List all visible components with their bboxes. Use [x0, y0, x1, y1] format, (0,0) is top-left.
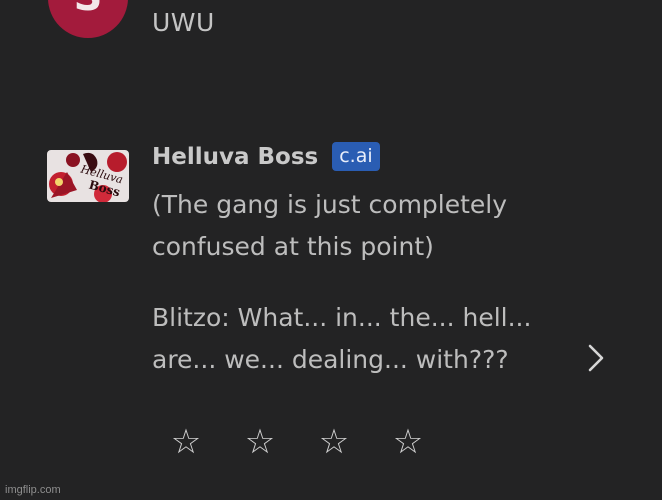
rating-star-2[interactable]: ☆	[242, 418, 278, 466]
bot-message-paragraph: Blitzo: What... in... the... hell... are…	[152, 303, 532, 374]
rating-star-3[interactable]: ☆	[316, 418, 352, 466]
bot-name[interactable]: Helluva Boss	[152, 144, 318, 170]
watermark: imgflip.com	[5, 484, 61, 496]
next-response-button[interactable]	[584, 342, 608, 374]
user-avatar[interactable]: S	[48, 0, 128, 38]
chevron-right-icon	[588, 344, 604, 372]
bot-badge: c.ai	[332, 142, 380, 171]
bot-header: Helluva Boss c.ai	[152, 142, 380, 171]
rating-star-1[interactable]: ☆	[168, 418, 204, 466]
user-avatar-letter: S	[74, 0, 103, 20]
user-message-text: UWU	[152, 8, 215, 37]
bot-message-paragraph: (The gang is just completely confused at…	[152, 190, 508, 261]
helluva-boss-logo-icon: Helluva Boss	[47, 150, 129, 202]
bot-avatar[interactable]: Helluva Boss	[47, 150, 129, 202]
rating-stars: ☆ ☆ ☆ ☆	[168, 418, 426, 466]
rating-star-4[interactable]: ☆	[390, 418, 426, 466]
